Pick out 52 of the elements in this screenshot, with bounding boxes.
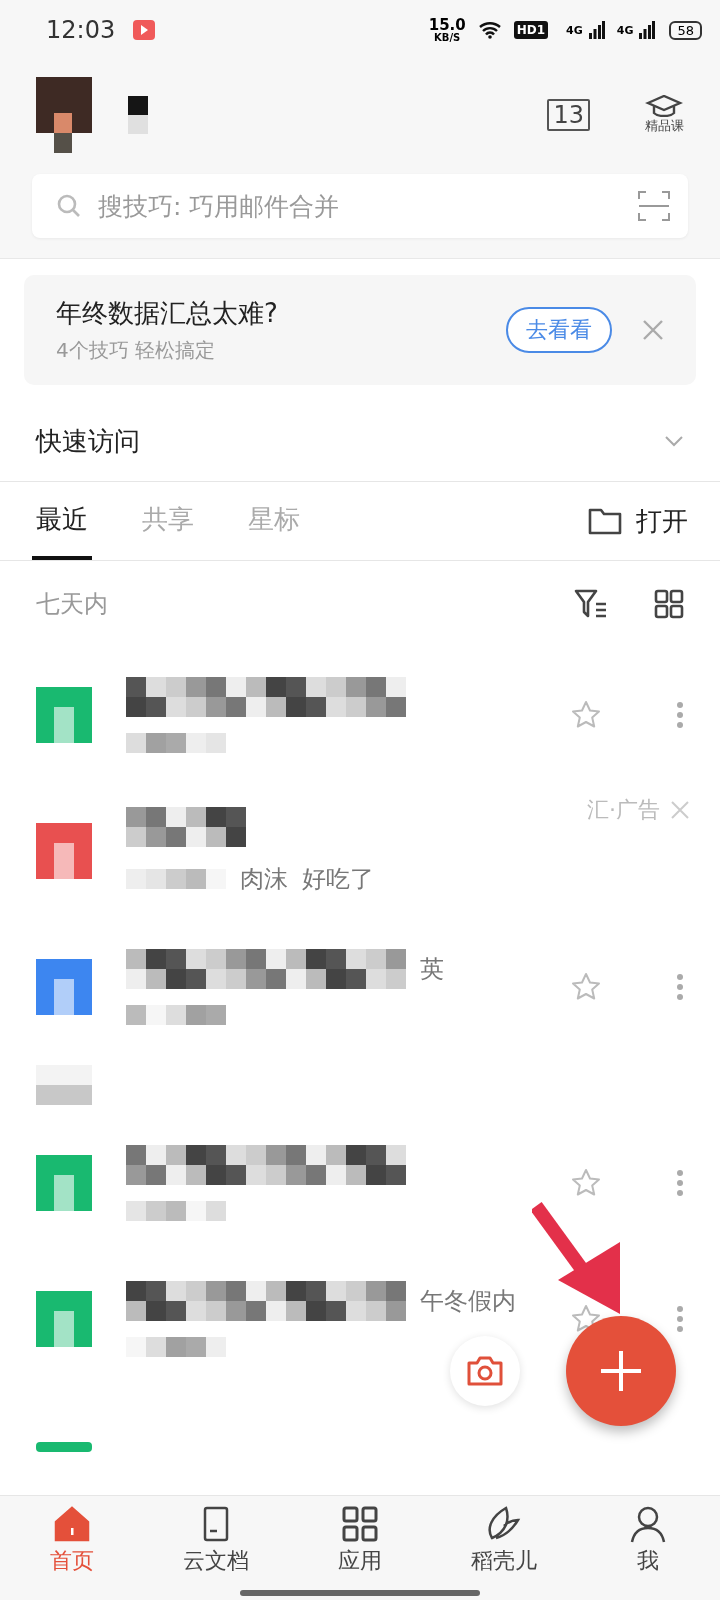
- banner-title: 年终数据汇总太难?: [56, 297, 279, 330]
- more-icon[interactable]: [676, 973, 684, 1001]
- add-button[interactable]: [566, 1316, 676, 1426]
- camera-icon: [466, 1355, 504, 1387]
- calendar-button[interactable]: 13: [547, 99, 590, 131]
- more-icon[interactable]: [676, 1169, 684, 1197]
- battery-indicator: 58: [669, 20, 702, 40]
- hd-badge: HD1: [513, 21, 549, 39]
- ad-row[interactable]: 肉沫 好吃了 汇·广告: [0, 783, 720, 919]
- nav-tab[interactable]: 我: [576, 1496, 720, 1600]
- video-app-icon: [133, 20, 156, 40]
- signal-label: 4G: [616, 23, 634, 37]
- file-row[interactable]: 英: [0, 919, 720, 1055]
- status-time: 12:03: [46, 16, 116, 44]
- tab[interactable]: 最近: [32, 482, 92, 560]
- section-label: 七天内: [36, 589, 108, 620]
- folder-icon: [588, 507, 622, 535]
- home-icon: [52, 1504, 92, 1544]
- plus-icon: [599, 1349, 643, 1393]
- file-row[interactable]: 午冬假内: [0, 1251, 720, 1387]
- more-icon[interactable]: [676, 1305, 684, 1333]
- more-icon[interactable]: [676, 701, 684, 729]
- close-icon[interactable]: [642, 319, 664, 341]
- signal-label: 4G: [566, 23, 583, 37]
- title-fragment: 午冬假内: [420, 1286, 516, 1317]
- close-icon[interactable]: [670, 800, 690, 820]
- grid-icon: [340, 1504, 380, 1544]
- file-type-icon: [36, 1442, 92, 1452]
- filter-icon[interactable]: [574, 588, 608, 620]
- nav-tab[interactable]: 首页: [0, 1496, 144, 1600]
- search-icon: [56, 193, 82, 219]
- person-icon: [628, 1504, 668, 1544]
- quick-access-row[interactable]: 快速访问: [0, 401, 720, 482]
- open-button[interactable]: 打开: [588, 482, 688, 560]
- username-blur-drawing: [128, 96, 148, 134]
- ad-text-fragment: 好吃了: [302, 864, 374, 895]
- banner-subtitle: 4个技巧 轻松搞定: [56, 337, 217, 364]
- ad-label: 汇·广告: [587, 796, 660, 824]
- course-button[interactable]: 精品课: [644, 95, 684, 135]
- ad-text-fragment: 肉沫: [240, 864, 288, 895]
- grid-view-icon[interactable]: [654, 589, 684, 619]
- search-bar[interactable]: 搜技巧: 巧用邮件合并: [32, 174, 688, 238]
- wifi-icon: [477, 21, 502, 39]
- nav-tab[interactable]: 稻壳儿: [432, 1496, 576, 1600]
- signal-icon: [588, 21, 605, 39]
- network-speed: 15.0 KB/S: [428, 17, 466, 43]
- camera-button[interactable]: [450, 1336, 520, 1406]
- signal-icon: [639, 21, 656, 39]
- scan-icon[interactable]: [638, 191, 670, 221]
- title-fragment: 英: [420, 954, 444, 985]
- nav-tab[interactable]: 应用: [288, 1496, 432, 1600]
- nav-tab[interactable]: 云文档: [144, 1496, 288, 1600]
